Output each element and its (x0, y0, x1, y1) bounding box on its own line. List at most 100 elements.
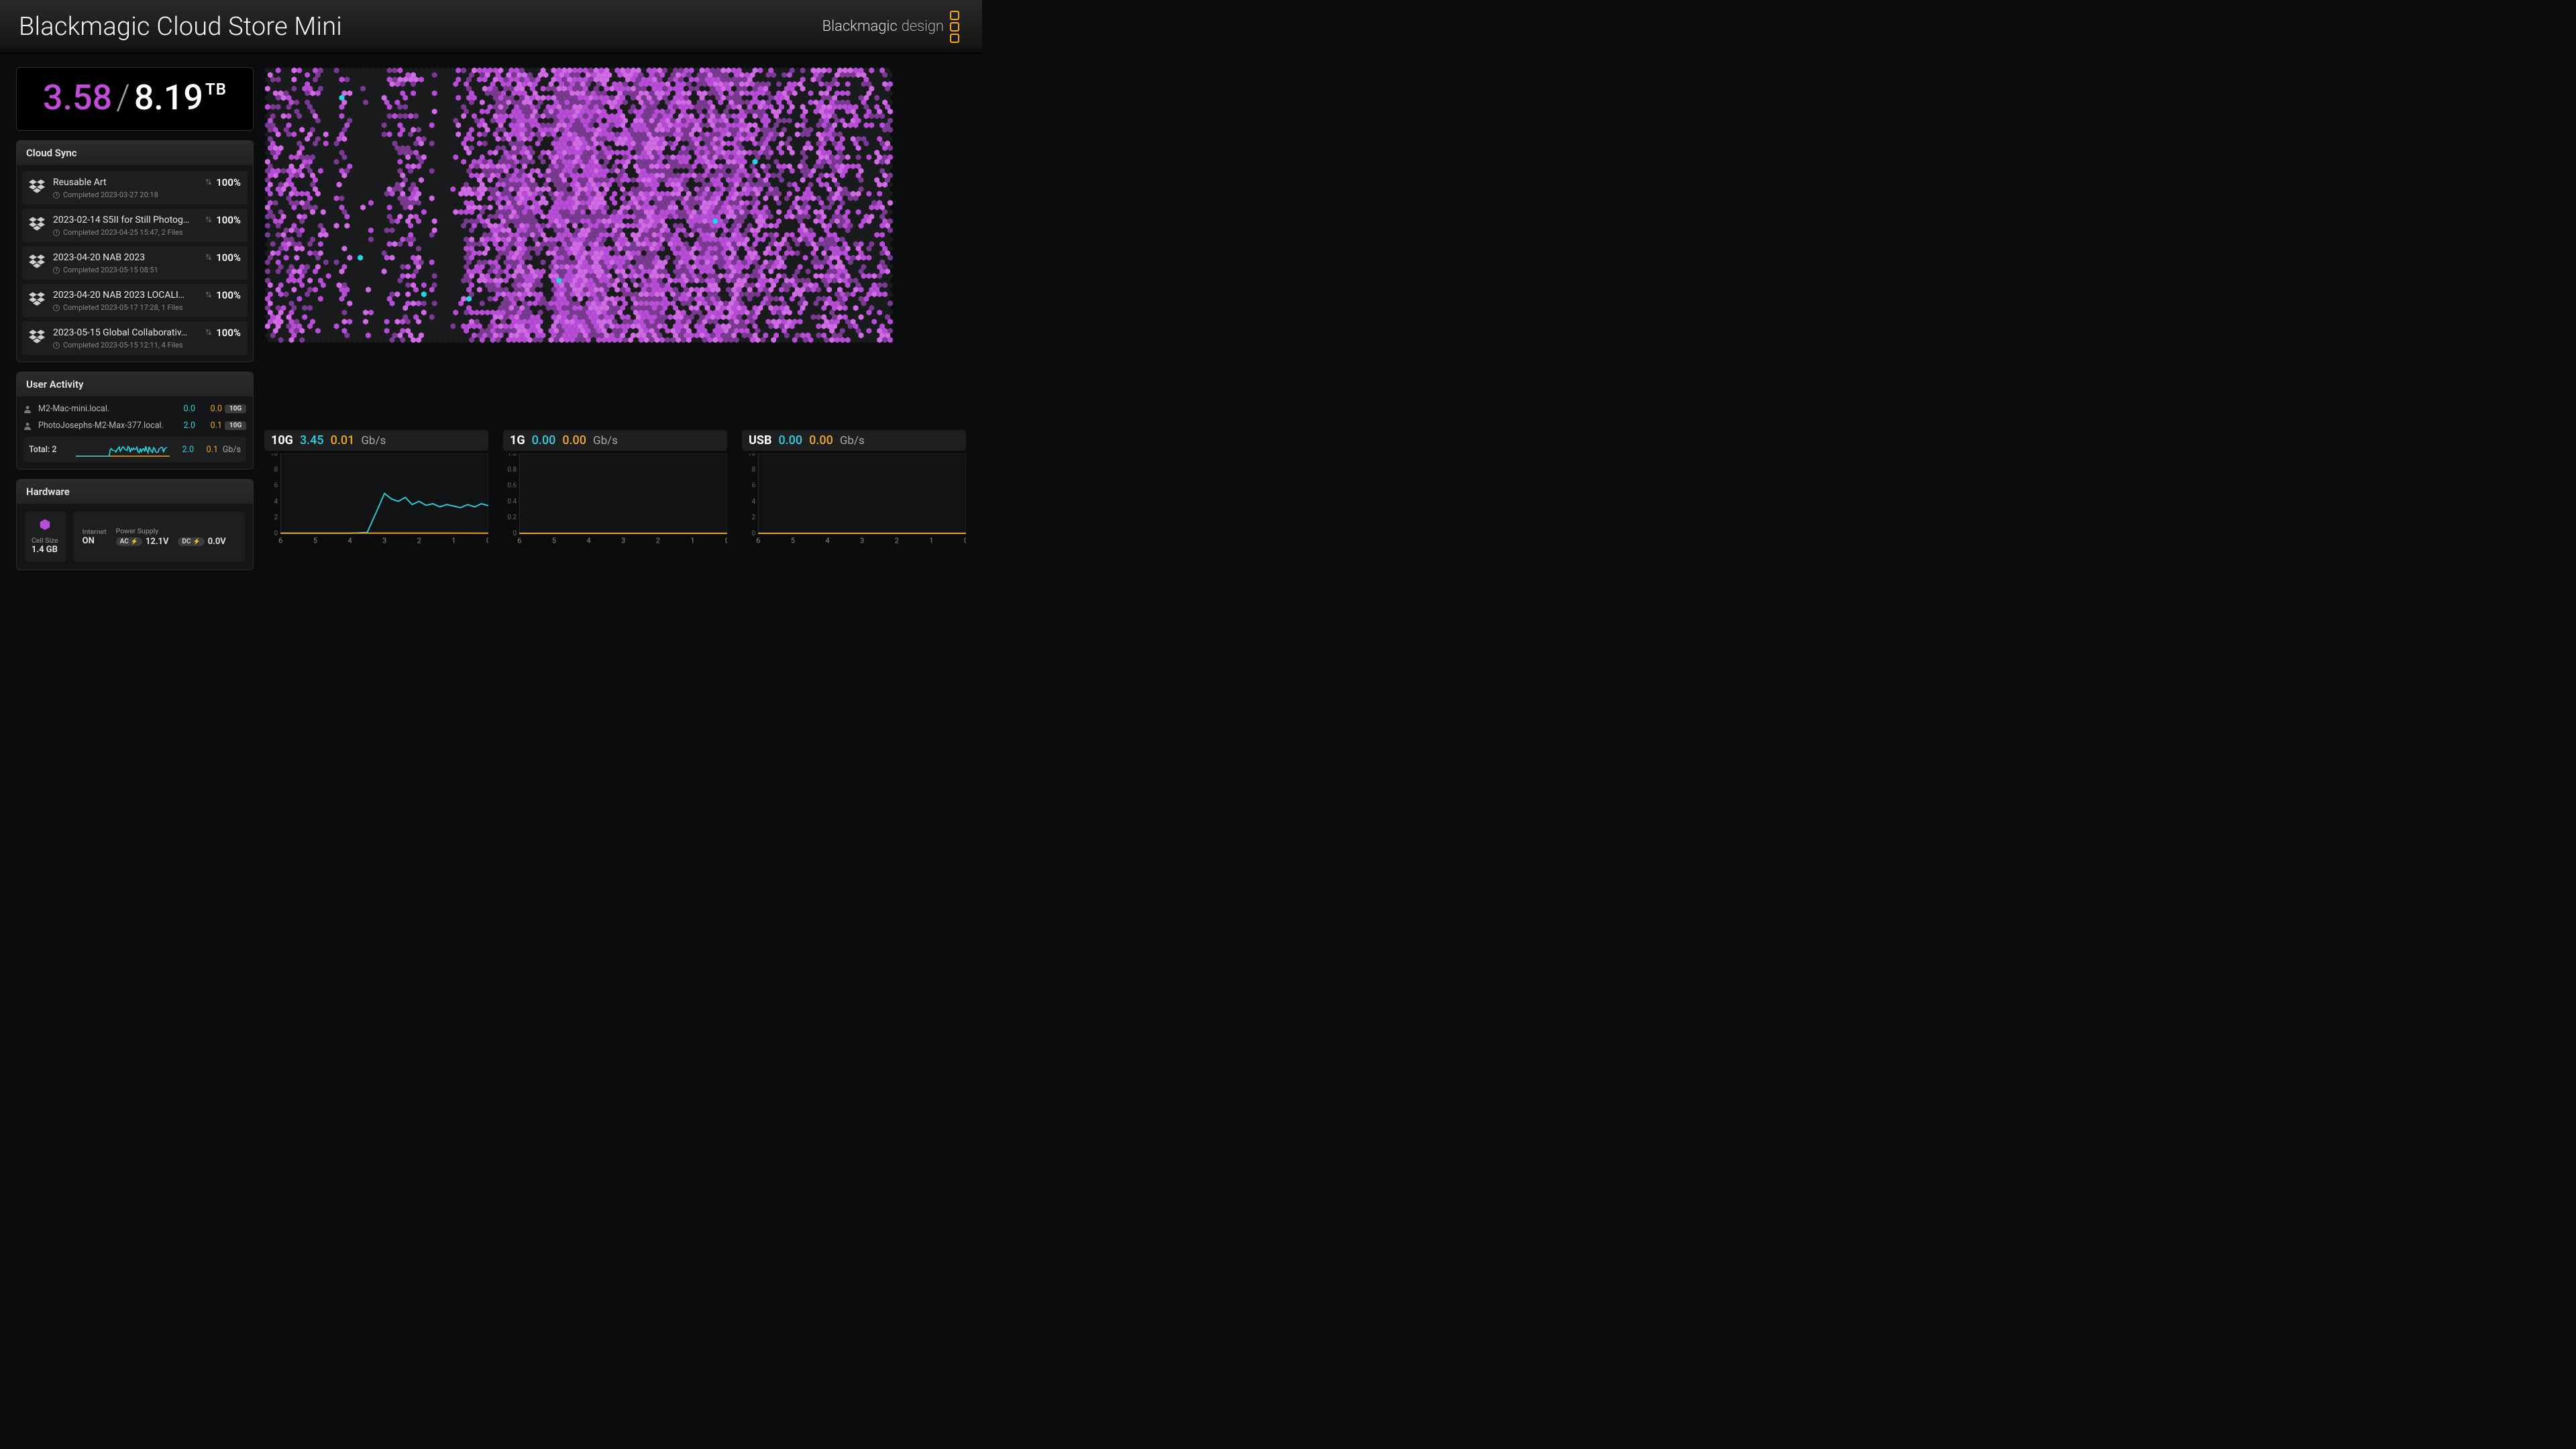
clock-icon (53, 305, 60, 311)
svg-text:2: 2 (752, 513, 756, 521)
svg-text:0.2: 0.2 (507, 513, 517, 521)
chart-legend: USB0.000.00Gb/s (742, 430, 966, 451)
dropbox-icon (29, 217, 45, 231)
chart-tx-value: 0.00 (562, 433, 586, 447)
chart-legend: 1G0.000.00Gb/s (503, 430, 727, 451)
capacity-panel: 3.58/8.19TB (16, 67, 254, 131)
svg-text:0: 0 (513, 529, 517, 537)
svg-text:8: 8 (752, 465, 756, 474)
chart-iface-label: 10G (271, 433, 293, 447)
sync-percent: 100% (216, 214, 241, 226)
hardware-internet-status: ON (83, 536, 107, 546)
user-icon (23, 405, 32, 413)
activity-sparkline (76, 442, 170, 457)
svg-text:10: 10 (270, 453, 278, 458)
svg-text:10: 10 (748, 453, 756, 458)
svg-text:0: 0 (964, 536, 966, 544)
svg-text:3: 3 (382, 536, 386, 544)
sync-status: Completed 2023-05-17 17:28, 1 Files (53, 303, 241, 312)
sync-direction-icon: ⤒⤓ (205, 290, 211, 300)
svg-text:1.0: 1.0 (507, 453, 517, 458)
brand-text-1: Blackmagic (822, 18, 898, 35)
sync-name: Reusable Art (53, 177, 200, 188)
ac-voltage: 12.1V (146, 537, 168, 547)
user-activity-panel: User Activity M2-Mac-mini.local.0.00.010… (16, 372, 254, 470)
svg-text:4: 4 (274, 496, 278, 505)
chart-iface-label: USB (749, 433, 771, 447)
svg-text:2: 2 (656, 536, 660, 544)
activity-host: PhotoJosephs-M2-Max-377.local. (38, 421, 168, 431)
link-speed-badge: 10G (225, 421, 246, 430)
sync-item[interactable]: 2023-02-14 S5II for Still Photog…⤒⤓100%C… (22, 209, 248, 242)
svg-text:4: 4 (752, 496, 756, 505)
dc-voltage: 0.0V (208, 537, 226, 547)
svg-text:3: 3 (860, 536, 864, 544)
dropbox-icon (29, 292, 45, 307)
hex-icon (39, 519, 51, 531)
sync-name: 2023-04-20 NAB 2023 LOCALI… (53, 290, 200, 301)
sync-item[interactable]: 2023-04-20 NAB 2023⤒⤓100%Completed 2023-… (22, 246, 248, 280)
chart-plot: 10864206543210 (742, 453, 966, 545)
sync-direction-icon: ⤒⤓ (205, 253, 211, 262)
svg-text:0: 0 (274, 529, 278, 537)
svg-text:0: 0 (486, 536, 488, 544)
sync-name: 2023-04-20 NAB 2023 (53, 252, 200, 263)
sync-percent: 100% (216, 327, 241, 339)
sync-status: Completed 2023-04-25 15:47, 2 Files (53, 228, 241, 237)
svg-text:6: 6 (756, 536, 760, 544)
svg-text:6: 6 (517, 536, 521, 544)
svg-text:2: 2 (274, 513, 278, 521)
activity-tx: 0.1 (198, 421, 222, 431)
hardware-cell-size: Cell Size 1.4 GB (25, 512, 66, 561)
svg-text:4: 4 (586, 536, 591, 544)
svg-text:6: 6 (278, 536, 282, 544)
svg-text:0.8: 0.8 (507, 465, 517, 474)
svg-text:5: 5 (552, 536, 556, 544)
user-activity-title: User Activity (17, 372, 253, 396)
svg-text:0: 0 (725, 536, 727, 544)
sync-item[interactable]: 2023-04-20 NAB 2023 LOCALI…⤒⤓100%Complet… (22, 284, 248, 317)
svg-text:1: 1 (929, 536, 933, 544)
sync-status: Completed 2023-03-27 20:18 (53, 191, 241, 199)
svg-text:6: 6 (274, 481, 278, 490)
activity-host: M2-Mac-mini.local. (38, 404, 168, 414)
sync-name: 2023-05-15 Global Collaborativ… (53, 327, 200, 338)
svg-text:0: 0 (752, 529, 756, 537)
link-speed-badge: 10G (225, 405, 246, 413)
capacity-used: 3.58 (43, 77, 112, 118)
clock-icon (53, 229, 60, 236)
activity-rx: 0.0 (171, 404, 195, 414)
sync-item[interactable]: 2023-05-15 Global Collaborativ…⤒⤓100%Com… (22, 321, 248, 355)
svg-text:5: 5 (313, 536, 317, 544)
svg-text:6: 6 (752, 481, 756, 490)
clock-icon (53, 342, 60, 349)
capacity-total: 8.19 (134, 77, 203, 118)
cloud-sync-panel: Cloud Sync Reusable Art⤒⤓100%Completed 2… (16, 140, 254, 362)
sync-item[interactable]: Reusable Art ⤒⤓ 100% Completed 2023-03-27 2… (22, 171, 248, 205)
chart-rx-value: 0.00 (778, 433, 802, 447)
brand-logo: Blackmagicdesign (822, 11, 963, 43)
sync-percent: 100% (216, 176, 241, 189)
activity-row: M2-Mac-mini.local.0.00.010G (23, 400, 246, 417)
hardware-panel: Hardware Cell Size 1.4 GB Internet ON Po (16, 479, 254, 570)
chart-plot: 1.00.80.60.40.206543210 (503, 453, 727, 545)
chart-rx-value: 3.45 (300, 433, 324, 447)
sync-direction-icon: ⤒⤓ (205, 178, 211, 187)
hardware-title: Hardware (17, 480, 253, 504)
topbar: Blackmagic Cloud Store Mini Blackmagicde… (0, 0, 982, 54)
activity-row: PhotoJosephs-M2-Max-377.local.2.00.110G (23, 417, 246, 434)
chart-tx-value: 0.01 (331, 433, 355, 447)
svg-text:1: 1 (690, 536, 694, 544)
clock-icon (53, 192, 60, 199)
svg-text:5: 5 (791, 536, 795, 544)
chart-rx-value: 0.00 (532, 433, 556, 447)
dropbox-icon (29, 254, 45, 269)
brand-text-2: design (902, 18, 944, 35)
svg-text:0.6: 0.6 (507, 481, 517, 490)
storage-hex-map (264, 67, 966, 425)
throughput-chart-10g: 10G3.450.01Gb/s10864206543210 (264, 430, 488, 543)
svg-text:4: 4 (825, 536, 830, 544)
brand-logo-icon (950, 11, 963, 43)
svg-text:0.4: 0.4 (507, 496, 517, 505)
sync-status: Completed 2023-05-15 12:11, 4 Files (53, 341, 241, 350)
